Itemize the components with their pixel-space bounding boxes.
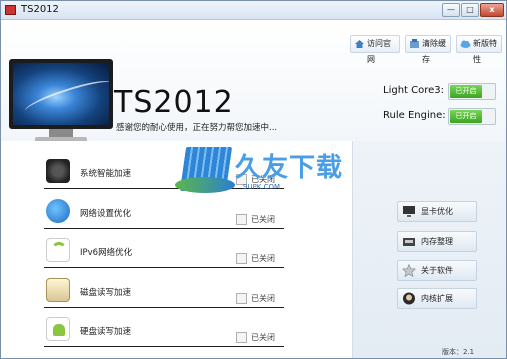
status-tagline: 感谢您的耐心使用，正在努力帮您加速中... <box>116 123 278 133</box>
monitor-stand <box>49 129 73 137</box>
feature-status: 已关闭 <box>251 215 275 224</box>
feature-status: 已关闭 <box>251 333 275 342</box>
feature-toggle[interactable]: 已关闭 <box>236 292 282 305</box>
disk-icon <box>46 278 70 302</box>
rule-engine-toggle[interactable]: 已开启 <box>448 108 496 125</box>
feature-label: IPv6网络优化 <box>80 248 133 258</box>
light-core-toggle[interactable]: 已开启 <box>448 83 496 100</box>
light-core-state: 已开启 <box>450 85 482 98</box>
gear-icon <box>46 159 70 183</box>
light-core-label: Light Core3: <box>383 85 445 96</box>
gpu-optimize-label: 显卡优化 <box>421 207 453 216</box>
cloud-icon <box>460 40 471 48</box>
wifi-icon <box>46 238 70 262</box>
monitor-icon <box>403 206 415 217</box>
home-icon <box>355 40 364 48</box>
version-label: 版本：2.1 <box>442 348 475 356</box>
maximize-button[interactable]: □ <box>461 3 479 17</box>
watermark-url: 9UPK.COM <box>243 183 281 191</box>
clear-cache-button[interactable]: 清除缓存 <box>405 35 451 64</box>
memory-icon <box>403 238 415 246</box>
star-icon <box>402 264 416 277</box>
feature-status: 已关闭 <box>251 254 275 263</box>
new-features-label: 新版特性 <box>473 39 497 64</box>
feature-label: 硬盘读写加速 <box>80 327 132 337</box>
rule-engine-state: 已开启 <box>450 110 482 123</box>
feature-label: 系统智能加速 <box>80 169 132 179</box>
about-button[interactable]: 关于软件 <box>397 260 477 281</box>
app-window: TS2012 — □ x 访问官网 清除缓存 新版特性 TS2012 感谢您的耐… <box>0 0 507 359</box>
minimize-button[interactable]: — <box>442 3 460 17</box>
feature-label: 磁盘读写加速 <box>80 288 132 298</box>
feature-toggle[interactable]: 已关闭 <box>236 213 282 226</box>
window-title: TS2012 <box>21 4 59 15</box>
feature-checkbox[interactable] <box>236 293 247 304</box>
feature-status: 已关闭 <box>251 294 275 303</box>
feature-checkbox[interactable] <box>236 253 247 264</box>
memory-cleanup-button[interactable]: 内存整理 <box>397 231 477 252</box>
clear-cache-label: 清除缓存 <box>422 39 446 64</box>
globe-icon <box>46 199 70 223</box>
feature-toggle[interactable]: 已关闭 <box>236 331 282 344</box>
about-label: 关于软件 <box>421 266 453 275</box>
feature-hdd-accel: 硬盘读写加速 已关闭 <box>44 313 284 347</box>
kernel-extension-label: 内核扩展 <box>421 294 453 303</box>
watermark-arc <box>175 177 235 193</box>
monitor-screen <box>9 59 113 129</box>
feature-checkbox[interactable] <box>236 332 247 343</box>
visit-website-label: 访问官网 <box>367 39 391 64</box>
watermark-logo: 久友下载 9UPK.COM <box>175 143 342 203</box>
brand-title: TS2012 <box>114 85 234 120</box>
broom-icon <box>410 39 419 48</box>
feature-ipv6-opt: IPv6网络优化 已关闭 <box>44 234 284 268</box>
visit-website-button[interactable]: 访问官网 <box>350 35 400 64</box>
header-panel: 访问官网 清除缓存 新版特性 TS2012 感谢您的耐心使用，正在努力帮您加速中… <box>1 21 506 142</box>
watermark-text: 久友下载 <box>235 153 344 183</box>
feature-checkbox[interactable] <box>236 214 247 225</box>
app-logo-icon <box>5 5 16 15</box>
feature-toggle[interactable]: 已关闭 <box>236 252 282 265</box>
gpu-optimize-button[interactable]: 显卡优化 <box>397 201 477 222</box>
memory-cleanup-label: 内存整理 <box>421 237 453 246</box>
feature-disk-accel: 磁盘读写加速 已关闭 <box>44 274 284 308</box>
feature-label: 网络设置优化 <box>80 209 132 219</box>
title-bar[interactable]: TS2012 — □ x <box>1 1 506 20</box>
rule-engine-label: Rule Engine: <box>383 110 446 121</box>
avatar-icon <box>403 292 415 305</box>
kernel-extension-button[interactable]: 内核扩展 <box>397 288 477 309</box>
android-icon <box>46 317 70 341</box>
close-button[interactable]: x <box>480 3 504 17</box>
monitor-illustration <box>9 59 113 145</box>
new-features-button[interactable]: 新版特性 <box>456 35 502 64</box>
